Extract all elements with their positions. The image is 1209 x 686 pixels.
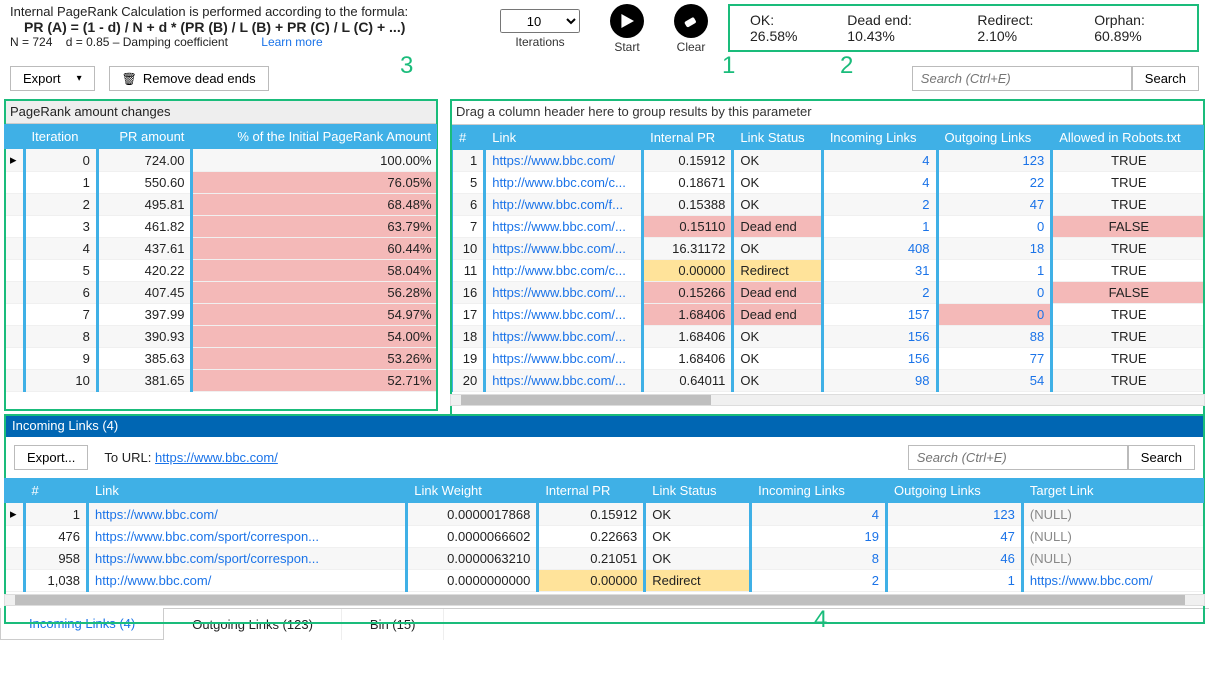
table-row[interactable]: ▸ 1 https://www.bbc.com/ 0.0000017868 0.… [4, 503, 1205, 526]
start-label: Start [614, 40, 639, 54]
trash-icon [122, 71, 137, 86]
table-row[interactable]: 20 https://www.bbc.com/... 0.64011 OK 98… [452, 370, 1205, 392]
export-button[interactable]: Export [10, 66, 95, 91]
eraser-icon [682, 12, 700, 30]
pagerank-changes-table[interactable]: IterationPR amount% of the Initial PageR… [4, 124, 438, 392]
table-row[interactable]: 4 437.61 60.44% [4, 238, 438, 260]
tourl-label: To URL: [104, 450, 151, 465]
table-row[interactable]: ▸ 0 724.00 100.00% [4, 149, 438, 172]
table-row[interactable]: 10 https://www.bbc.com/... 16.31172 OK 4… [452, 238, 1205, 260]
table-row[interactable]: 6 http://www.bbc.com/f... 0.15388 OK 2 4… [452, 194, 1205, 216]
stat-redirect: Redirect: 2.10% [977, 12, 1058, 44]
start-button[interactable] [610, 4, 644, 38]
table-row[interactable]: 1,038 http://www.bbc.com/ 0.0000000000 0… [4, 570, 1205, 592]
table-row[interactable]: 958 https://www.bbc.com/sport/correspon.… [4, 548, 1205, 570]
table-row[interactable]: 5 420.22 58.04% [4, 260, 438, 282]
links-table[interactable]: #LinkInternal PRLink StatusIncoming Link… [450, 125, 1205, 392]
incoming-links-header: Incoming Links (4) [4, 414, 1205, 437]
search-button-top[interactable]: Search [1132, 66, 1199, 91]
stat-deadend: Dead end: 10.43% [847, 12, 941, 44]
table-row[interactable]: 7 https://www.bbc.com/... 0.15110 Dead e… [452, 216, 1205, 238]
tourl-link[interactable]: https://www.bbc.com/ [155, 450, 278, 465]
table-row[interactable]: 476 https://www.bbc.com/sport/correspon.… [4, 526, 1205, 548]
incoming-links-table[interactable]: #LinkLink WeightInternal PRLink StatusIn… [4, 478, 1205, 592]
clear-label: Clear [677, 40, 706, 54]
search-button-bottom[interactable]: Search [1128, 445, 1195, 470]
stat-ok: OK: 26.58% [750, 12, 811, 44]
tab-outgoing-links[interactable]: Outgoing Links (123) [164, 609, 342, 640]
search-input-top[interactable] [912, 66, 1132, 91]
table-row[interactable]: 1 https://www.bbc.com/ 0.15912 OK 4 123 … [452, 150, 1205, 172]
pagerank-changes-title: PageRank amount changes [4, 99, 438, 124]
table-row[interactable]: 2 495.81 68.48% [4, 194, 438, 216]
export-bottom-button[interactable]: Export... [14, 445, 88, 470]
table-row[interactable]: 11 http://www.bbc.com/c... 0.00000 Redir… [452, 260, 1205, 282]
learn-more-link[interactable]: Learn more [261, 35, 322, 49]
stat-orphan: Orphan: 60.89% [1094, 12, 1177, 44]
play-icon [620, 14, 634, 28]
formula-expression: PR (A) = (1 - d) / N + d * (PR (B) / L (… [10, 19, 430, 35]
table-row[interactable]: 5 http://www.bbc.com/c... 0.18671 OK 4 2… [452, 172, 1205, 194]
table-row[interactable]: 9 385.63 53.26% [4, 348, 438, 370]
table-row[interactable]: 10 381.65 52.71% [4, 370, 438, 392]
table-row[interactable]: 3 461.82 63.79% [4, 216, 438, 238]
table-row[interactable]: 16 https://www.bbc.com/... 0.15266 Dead … [452, 282, 1205, 304]
table-row[interactable]: 6 407.45 56.28% [4, 282, 438, 304]
table-row[interactable]: 18 https://www.bbc.com/... 1.68406 OK 15… [452, 326, 1205, 348]
links-hscroll[interactable] [450, 394, 1205, 406]
formula-intro: Internal PageRank Calculation is perform… [10, 4, 430, 19]
table-row[interactable]: 19 https://www.bbc.com/... 1.68406 OK 15… [452, 348, 1205, 370]
formula-d: d = 0.85 – Damping coefficient [66, 35, 228, 49]
iterations-select[interactable]: 10 [500, 9, 580, 33]
tab-incoming-links[interactable]: Incoming Links (4) [0, 608, 164, 640]
table-row[interactable]: 7 397.99 54.97% [4, 304, 438, 326]
clear-button[interactable] [674, 4, 708, 38]
remove-dead-ends-button[interactable]: Remove dead ends [109, 66, 269, 91]
table-row[interactable]: 17 https://www.bbc.com/... 1.68406 Dead … [452, 304, 1205, 326]
formula-n: N = 724 [10, 35, 52, 49]
table-row[interactable]: 8 390.93 54.00% [4, 326, 438, 348]
group-hint[interactable]: Drag a column header here to group resul… [450, 99, 1205, 125]
incoming-hscroll[interactable] [4, 594, 1205, 606]
iterations-label: Iterations [515, 35, 564, 49]
search-input-bottom[interactable] [908, 445, 1128, 470]
stats-panel: OK: 26.58% Dead end: 10.43% Redirect: 2.… [728, 4, 1199, 52]
tab-bin[interactable]: Bin (15) [342, 609, 445, 640]
table-row[interactable]: 1 550.60 76.05% [4, 172, 438, 194]
